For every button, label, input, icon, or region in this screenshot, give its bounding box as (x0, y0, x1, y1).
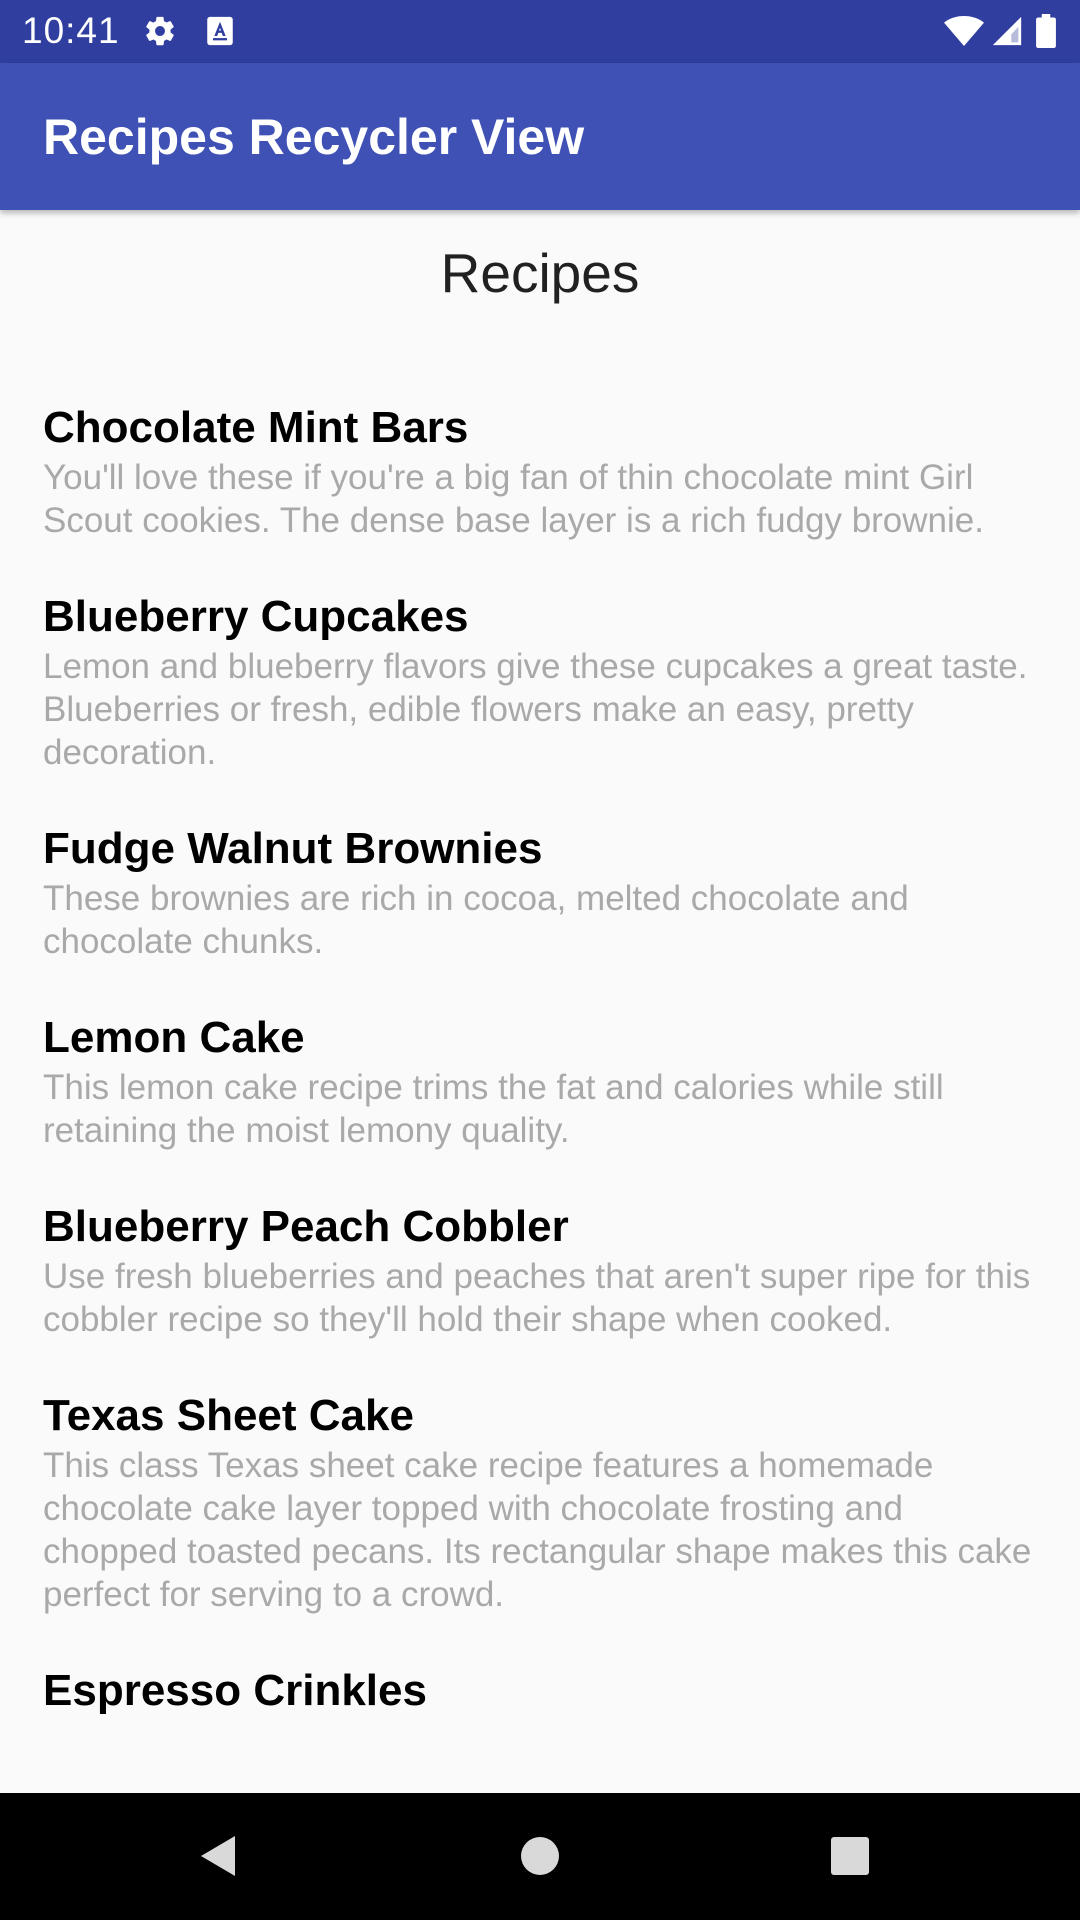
recipe-list[interactable]: Chocolate Mint Bars You'll love these if… (43, 400, 1043, 1765)
recipe-title: Blueberry Peach Cobbler (43, 1202, 569, 1251)
recipe-item[interactable]: Fudge Walnut Brownies These brownies are… (43, 821, 1043, 963)
recipe-description: This lemon cake recipe trims the fat and… (43, 1068, 944, 1150)
recipe-item[interactable]: Espresso Crinkles (43, 1663, 1043, 1718)
gear-icon (143, 14, 177, 48)
wifi-icon (944, 14, 984, 48)
recents-icon[interactable] (820, 1826, 880, 1886)
battery-icon (1034, 14, 1058, 48)
back-icon[interactable] (193, 1826, 253, 1886)
recipe-title: Blueberry Cupcakes (43, 592, 469, 641)
app-title: Recipes Recycler View (43, 109, 585, 165)
recipe-item[interactable]: Texas Sheet Cake This class Texas sheet … (43, 1388, 1043, 1616)
recipe-title: Fudge Walnut Brownies (43, 824, 543, 873)
recipe-item[interactable]: Blueberry Peach Cobbler Use fresh bluebe… (43, 1199, 1043, 1341)
recipe-description: Use fresh blueberries and peaches that a… (43, 1257, 1031, 1339)
cell-signal-icon (990, 14, 1024, 48)
page-heading: Recipes (440, 242, 640, 304)
recipe-title: Lemon Cake (43, 1013, 305, 1062)
recipe-description: This class Texas sheet cake recipe featu… (43, 1446, 1032, 1614)
status-time: 10:41 (22, 10, 120, 51)
recipes-content[interactable]: Recipes Chocolate Mint Bars You'll love … (0, 210, 1080, 1793)
home-icon[interactable] (510, 1826, 570, 1886)
recipe-item[interactable]: Blueberry Cupcakes Lemon and blueberry f… (43, 589, 1043, 774)
navigation-bar (0, 1793, 1080, 1920)
recipe-title: Espresso Crinkles (43, 1666, 427, 1715)
recipe-title: Texas Sheet Cake (43, 1391, 414, 1440)
recipe-item[interactable]: Chocolate Mint Bars You'll love these if… (43, 400, 1043, 542)
app-bar: Recipes Recycler View (0, 63, 1080, 210)
status-bar: 10:41 (0, 0, 1080, 63)
recipe-title: Chocolate Mint Bars (43, 403, 469, 452)
font-a-icon (203, 14, 237, 48)
recipe-description: You'll love these if you're a big fan of… (43, 458, 984, 540)
recipe-description: These brownies are rich in cocoa, melted… (43, 879, 909, 961)
recipe-description: Lemon and blueberry flavors give these c… (43, 647, 1028, 772)
recipe-item[interactable]: Lemon Cake This lemon cake recipe trims … (43, 1010, 1043, 1152)
